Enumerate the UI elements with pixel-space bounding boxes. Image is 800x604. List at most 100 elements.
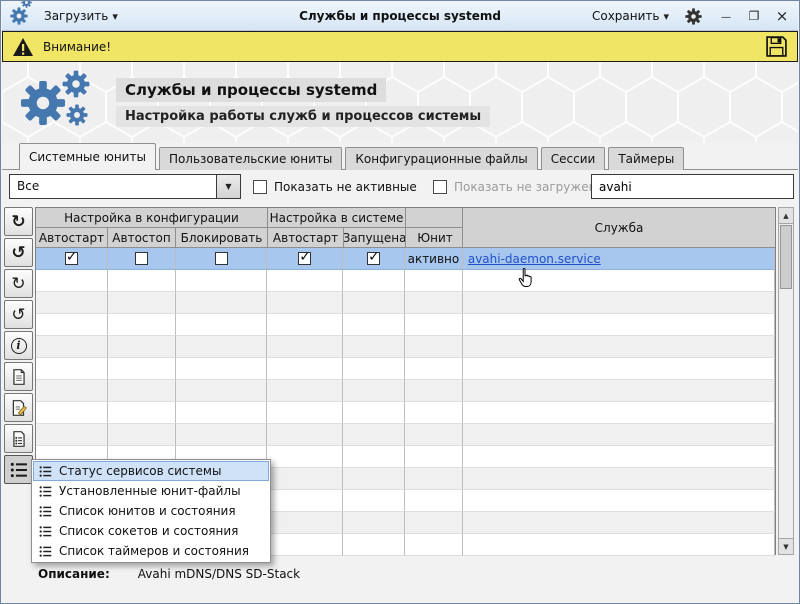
app-logo-gears-icon (16, 70, 108, 136)
description-value: Avahi mDNS/DNS SD-Stack (138, 567, 300, 581)
menu-item-timers-state[interactable]: Список таймеров и состояния (33, 541, 269, 561)
col-autostart-config-header[interactable]: Автостарт (36, 228, 108, 248)
checkbox-box[interactable] (433, 180, 447, 194)
document-edit-icon (10, 399, 28, 417)
maximize-button[interactable] (746, 9, 762, 24)
restart-service-button[interactable] (4, 238, 33, 267)
chevron-down-icon (663, 9, 669, 23)
list-menu-icon (10, 461, 28, 479)
show-inactive-checkbox[interactable]: Показать не активные (253, 174, 417, 199)
col-block-header[interactable]: Блокировать (176, 228, 268, 248)
warning-bar: Внимание! (2, 31, 798, 62)
tab-sessions[interactable]: Сессии (541, 147, 606, 170)
menu-item-installed-unit-files[interactable]: Установленные юнит-файлы (33, 481, 269, 501)
menu-item-units-state[interactable]: Список юнитов и состояния (33, 501, 269, 521)
menu-item-sockets-state[interactable]: Список сокетов и состояния (33, 521, 269, 541)
document-icon (10, 368, 28, 386)
scroll-thumb[interactable] (780, 225, 792, 289)
app-window: Загрузить Службы и процессы systemd Сохр… (0, 0, 800, 604)
tab-bar: Системные юниты Пользовательские юниты К… (19, 143, 684, 170)
col-running-header[interactable]: Запущена (344, 228, 406, 248)
show-inactive-label: Показать не активные (274, 180, 417, 194)
list-icon (39, 505, 52, 518)
col-service-header[interactable]: Служба (462, 208, 775, 248)
menu-item-label: Статус сервисов системы (59, 464, 221, 478)
col-autostop-header[interactable]: Автостоп (108, 228, 176, 248)
reload-service-button[interactable] (4, 269, 33, 298)
settings-gear-button[interactable] (685, 8, 702, 25)
unit-status: активно (408, 252, 460, 266)
undo-button[interactable] (4, 300, 33, 329)
tab-config-files[interactable]: Конфигурационные файлы (345, 147, 537, 170)
list-icon (39, 525, 52, 538)
tab-user-units[interactable]: Пользовательские юниты (159, 147, 342, 170)
scroll-down-button[interactable] (779, 538, 793, 554)
table-row (36, 314, 775, 336)
hand-cursor-icon (518, 268, 534, 288)
tab-system-units[interactable]: Системные юниты (19, 143, 156, 170)
journal-button[interactable] (4, 424, 33, 453)
autostart-config-checkbox[interactable] (65, 252, 78, 265)
chevron-down-icon (112, 9, 118, 23)
page-subtitle: Настройка работы служб и процессов систе… (116, 106, 490, 127)
document-list-icon (10, 430, 28, 448)
close-button[interactable] (774, 7, 790, 25)
status-bar: Описание: Avahi mDNS/DNS SD-Stack (2, 561, 798, 603)
list-icon (39, 545, 52, 558)
minimize-button[interactable] (718, 9, 734, 24)
load-menu-button[interactable]: Загрузить (38, 6, 124, 26)
scroll-up-button[interactable] (779, 208, 793, 224)
list-icon (39, 465, 52, 478)
status-list-button[interactable] (4, 455, 33, 484)
menu-item-label: Список таймеров и состояния (59, 544, 249, 558)
scope-select[interactable]: Все (9, 174, 241, 199)
search-input[interactable] (591, 174, 794, 199)
edit-unit-file-button[interactable] (4, 393, 33, 422)
dropdown-arrow-icon[interactable] (216, 175, 240, 198)
window-title: Службы и процессы systemd (299, 9, 501, 23)
tab-timers[interactable]: Таймеры (608, 147, 684, 170)
load-menu-label: Загрузить (44, 9, 108, 23)
menu-item-label: Список юнитов и состояния (59, 504, 236, 518)
status-context-menu: Статус сервисов системы Установленные юн… (31, 459, 271, 563)
hexagon-pattern (2, 62, 798, 143)
gear-small-icon (21, 0, 32, 8)
refresh-button[interactable] (4, 207, 33, 236)
checkbox-box[interactable] (253, 180, 267, 194)
description-label: Описание: (38, 567, 110, 581)
table-row (36, 424, 775, 446)
service-link[interactable]: avahi-daemon.service (468, 252, 601, 266)
group-system-header: Настройка в системе (268, 208, 406, 228)
running-checkbox[interactable] (367, 252, 380, 265)
page-title: Службы и процессы systemd (116, 78, 386, 102)
menu-item-label: Список сокетов и состояния (59, 524, 238, 538)
warning-icon (12, 37, 34, 57)
menu-item-label: Установленные юнит-файлы (59, 484, 241, 498)
scope-select-value: Все (10, 175, 216, 198)
table-row (36, 358, 775, 380)
save-file-icon[interactable] (765, 35, 788, 58)
table-row (36, 270, 775, 292)
table-row (36, 402, 775, 424)
save-menu-button[interactable]: Сохранить (586, 6, 675, 26)
table-row (36, 292, 775, 314)
group-config-header: Настройка в конфигурации (36, 208, 268, 228)
info-button[interactable] (4, 331, 33, 360)
gear-icon (10, 7, 28, 25)
window-controls (718, 7, 790, 25)
block-checkbox[interactable] (215, 252, 228, 265)
autostop-checkbox[interactable] (135, 252, 148, 265)
view-unit-file-button[interactable] (4, 362, 33, 391)
group-blank-header (406, 208, 464, 228)
vertical-scrollbar[interactable] (778, 207, 794, 555)
save-menu-label: Сохранить (592, 9, 660, 23)
service-row-avahi[interactable]: активно avahi-daemon.service (36, 248, 775, 270)
col-autostart-system-header[interactable]: Автостарт (268, 228, 344, 248)
autostart-system-checkbox[interactable] (298, 252, 311, 265)
title-bar: Загрузить Службы и процессы systemd Сохр… (2, 2, 798, 31)
app-gears-icon (10, 7, 32, 25)
warning-label: Внимание! (43, 40, 111, 54)
menu-item-service-status[interactable]: Статус сервисов системы (33, 461, 269, 481)
app-header: Службы и процессы systemd Настройка рабо… (2, 62, 798, 143)
col-unit-header[interactable]: Юнит (406, 228, 464, 248)
